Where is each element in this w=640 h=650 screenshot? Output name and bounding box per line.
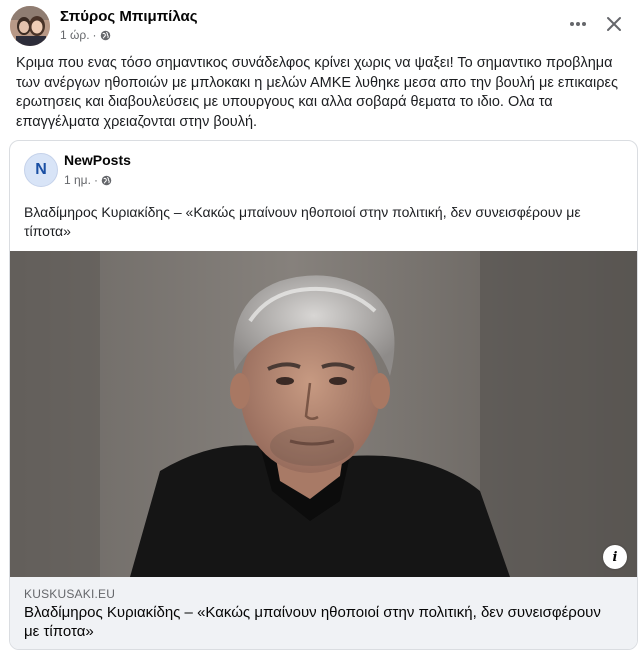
info-button[interactable]: i: [603, 545, 627, 569]
more-options-icon: [570, 22, 586, 26]
link-domain: KUSKUSAKI.EU: [24, 587, 116, 601]
info-icon: i: [612, 549, 618, 565]
shared-post-card[interactable]: N NewPosts 1 ημ. · Βλαδίμηρος Κυριακίδης…: [9, 140, 638, 650]
meta-separator: ·: [93, 173, 98, 187]
post-time[interactable]: 1 ώρ.: [60, 28, 90, 42]
more-options-button[interactable]: [566, 12, 590, 36]
link-title[interactable]: Βλαδίμηρος Κυριακίδης – «Κακώς μπαίνουν …: [24, 603, 614, 641]
post-author-name[interactable]: Σπύρος Μπιμπίλας: [60, 8, 198, 25]
meta-separator: ·: [92, 28, 97, 42]
globe-icon: [101, 175, 112, 185]
close-icon: [607, 17, 621, 31]
shared-page-name[interactable]: NewPosts: [64, 152, 131, 168]
globe-icon: [100, 30, 110, 40]
link-preview-footer[interactable]: KUSKUSAKI.EU Βλαδίμηρος Κυριακίδης – «Κα…: [10, 577, 637, 649]
post-meta: 1 ώρ. ·: [60, 28, 111, 42]
shared-post-time[interactable]: 1 ημ.: [64, 173, 91, 187]
close-button[interactable]: [602, 12, 626, 36]
page-avatar[interactable]: N: [24, 153, 58, 187]
author-avatar[interactable]: [10, 6, 50, 46]
post-header: Σπύρος Μπιμπίλας 1 ώρ. ·: [10, 6, 630, 46]
shared-post-header: N NewPosts 1 ημ. ·: [24, 151, 614, 195]
shared-post-text: Βλαδίμηρος Κυριακίδης – «Κακώς μπαίνουν …: [24, 204, 581, 239]
shared-post-meta: 1 ημ. ·: [64, 173, 112, 187]
post-text: Κριμα που ενας τόσο σημαντικος συνάδελφο…: [16, 55, 618, 130]
link-preview-image[interactable]: i: [10, 251, 637, 577]
